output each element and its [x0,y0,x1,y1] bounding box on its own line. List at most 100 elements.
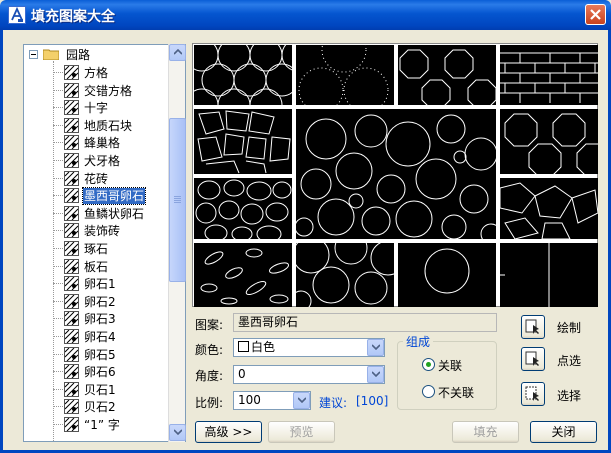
hatch-pattern-icon [64,170,79,186]
tree-item[interactable]: 卵石4 [24,328,169,346]
tree-item[interactable]: 方格 [24,64,169,82]
hatch-pattern-icon [64,346,79,362]
tree-branch-line [53,283,63,285]
pattern-preview-grid[interactable] [192,43,598,307]
select-label[interactable]: 选择 [557,387,581,404]
tree-item[interactable]: 卵石3 [24,310,169,328]
close-icon [590,9,601,20]
tree-item-label: 蜂巢格 [84,136,121,151]
pattern-tile-large-circles[interactable] [296,243,394,307]
tree-item[interactable]: 装饰砖 [24,222,169,240]
tree-item[interactable]: 卵石5 [24,346,169,364]
color-dropdown-button[interactable] [367,339,384,356]
pattern-tile-lines[interactable] [500,243,598,307]
pattern-tree[interactable]: 园路 方格交错方格 十字 地质石块蜂巢格犬牙格花砖 墨西哥卵石 鱼鳞状卵石 装饰砖琢石板石… [23,44,186,442]
scroll-up-button[interactable] [169,44,186,61]
tree-item[interactable]: 卵石1 [24,275,169,293]
angle-select[interactable]: 0 [233,365,385,384]
tree-item[interactable]: 十字 [24,99,169,117]
pattern-tile-pebbles[interactable] [194,178,292,239]
draw-button[interactable] [521,315,545,339]
associative-label[interactable]: 关联 [438,357,462,374]
angle-value: 0 [238,367,246,381]
tree-item-label: 琢石 [84,242,109,256]
tree-item-label: 犬牙格 [84,154,121,168]
tree-branch-line [53,107,63,109]
app-icon [8,6,26,24]
non-associative-label[interactable]: 不关联 [438,384,474,401]
composition-group-title: 组成 [403,333,434,350]
close-window-button[interactable] [585,4,606,25]
tree-branch-line [53,424,63,425]
tree-item-label: 板石 [84,259,109,274]
fill-button[interactable]: 填充 [452,421,519,443]
non-associative-radio[interactable] [422,385,435,398]
pattern-tile-flagstone[interactable] [194,109,292,174]
tree-item-label: 方格 [84,66,109,80]
color-select[interactable]: 白色 [233,338,385,357]
chevron-down-icon [371,371,380,377]
tree-item[interactable]: 贝石1 [24,381,169,399]
scale-select[interactable]: 100 [233,391,311,410]
tree-item[interactable]: 琢石 [24,240,169,258]
tree-item[interactable]: 蜂巢格 [24,134,169,152]
tree-item[interactable]: 卵石2 [24,293,169,311]
tree-item[interactable]: 鱼鳞状卵石 [24,205,169,223]
folder-icon [43,49,59,60]
tree-item[interactable]: 犬牙格 [24,152,169,170]
advanced-button[interactable]: 高级 >> [195,421,262,443]
tree-item[interactable]: 交错方格 [24,82,169,100]
scroll-down-button[interactable] [169,424,186,441]
draw-cursor-icon [525,319,539,334]
pattern-tile-scallops[interactable] [194,45,292,105]
close-button[interactable]: 关闭 [530,421,597,443]
pattern-tile-mexican-pebbles[interactable] [296,109,496,239]
pattern-tile-single-circle[interactable] [398,243,496,307]
preview-button[interactable]: 预览 [268,421,335,443]
scroll-thumb[interactable] [169,118,186,282]
tree-item[interactable]: 墨西哥卵石 [24,187,169,206]
pick-points-button[interactable] [521,347,545,371]
tree-item[interactable]: 地质石块 [24,117,169,135]
hatch-pattern-icon [64,258,79,274]
tree-branch-line [53,177,63,179]
tree-item-label: 卵石4 [84,330,116,344]
pattern-tile-octagons[interactable] [398,45,496,105]
tree-branch-line [53,160,63,161]
tree-scrollbar[interactable] [168,44,186,442]
tree-item[interactable]: 花砖 [24,170,169,188]
tree-item-label: 地质石块 [84,118,133,133]
select-objects-button[interactable] [521,382,545,406]
pick-points-label[interactable]: 点选 [557,352,581,369]
associative-radio[interactable] [422,358,435,371]
tree-item[interactable]: “1” 字 [24,416,169,434]
hatch-pattern-icon [64,329,79,344]
hatch-pattern-icon [64,117,79,133]
scale-dropdown-button[interactable] [293,392,310,409]
tree-root-item[interactable]: 园路 [24,46,169,64]
color-swatch [238,341,249,352]
title-bar[interactable]: 填充图案大全 [0,0,611,30]
pattern-tile-octagon-square[interactable] [500,109,598,174]
tree-item[interactable]: 板石 [24,258,169,276]
pattern-tile-scattered[interactable] [194,243,292,307]
suggest-value: [100] [356,394,389,408]
hatch-pattern-icon [64,241,79,256]
tree-item[interactable]: 贝石2 [24,398,169,416]
collapse-icon[interactable] [29,50,38,59]
pattern-tile-polygons[interactable] [500,178,598,239]
tree-item-label: 墨西哥卵石 [81,187,147,206]
draw-label[interactable]: 绘制 [557,319,581,336]
tree-item-label: 贝石1 [84,382,116,397]
color-label: 颜色: [195,343,224,357]
tree-branch-line [53,212,63,214]
tree-item[interactable]: 卵石6 [24,363,169,381]
tree-item-label: 贝石2 [84,400,116,415]
hatch-pattern-icon [64,223,79,239]
hatch-pattern-icon [64,100,79,116]
angle-dropdown-button[interactable] [367,366,384,383]
pattern-tile-bricks[interactable] [500,45,598,105]
hatch-pattern-icon [64,65,79,80]
suggest-label: 建议: [319,396,348,410]
pattern-tile-dotted-arcs[interactable] [296,45,394,105]
